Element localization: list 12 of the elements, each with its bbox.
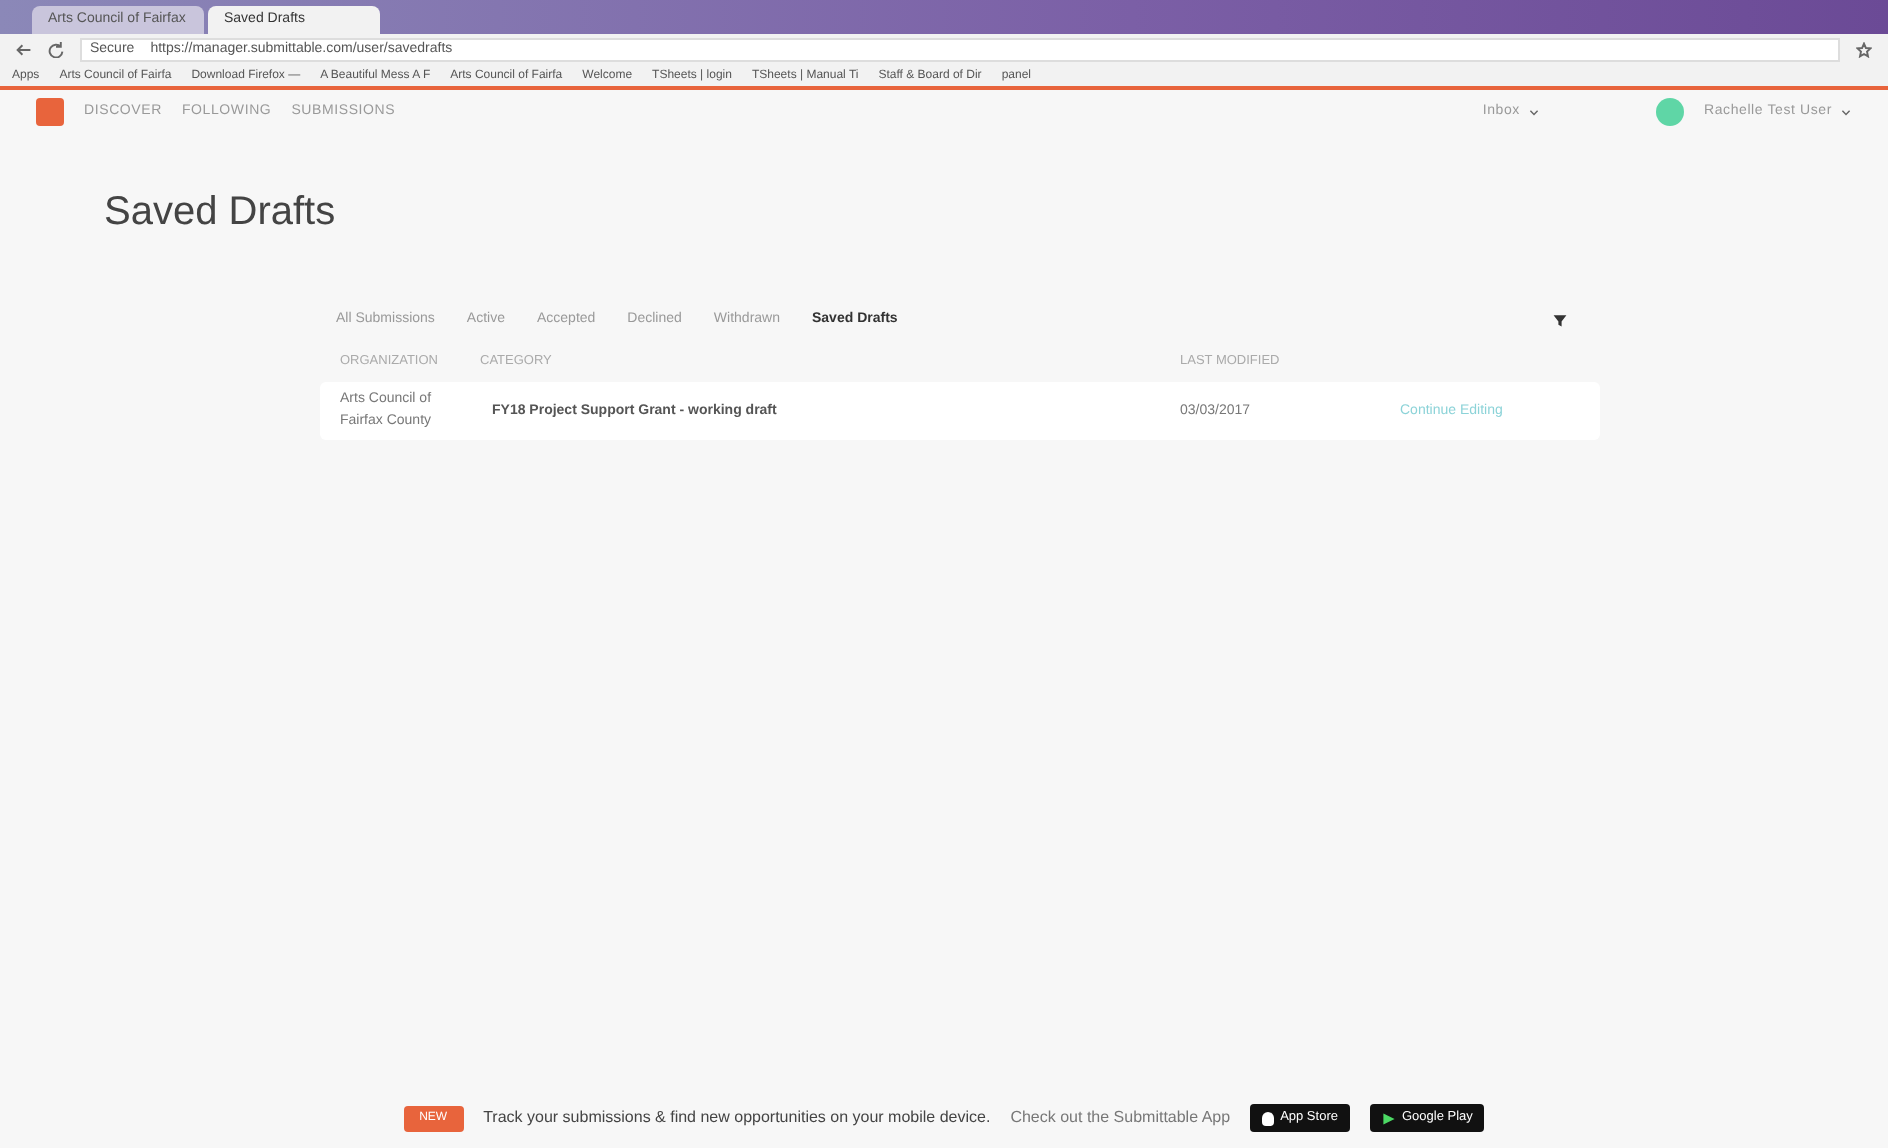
- caret-icon: [1527, 106, 1540, 118]
- play-icon: [1381, 1111, 1396, 1126]
- star-icon[interactable]: [1856, 42, 1872, 58]
- back-icon[interactable]: [16, 42, 32, 58]
- footer-cta: Check out the Submittable App: [1010, 1106, 1231, 1131]
- page-title: Saved Drafts: [104, 188, 338, 238]
- logo-icon: [36, 98, 64, 126]
- caret-icon: [1840, 106, 1852, 118]
- filter-icon[interactable]: [1552, 312, 1568, 329]
- reload-icon[interactable]: [48, 42, 64, 58]
- footer-message: Track your submissions & find new opportunities on your mobile device.: [483, 1106, 991, 1131]
- avatar-icon: [1655, 98, 1684, 126]
